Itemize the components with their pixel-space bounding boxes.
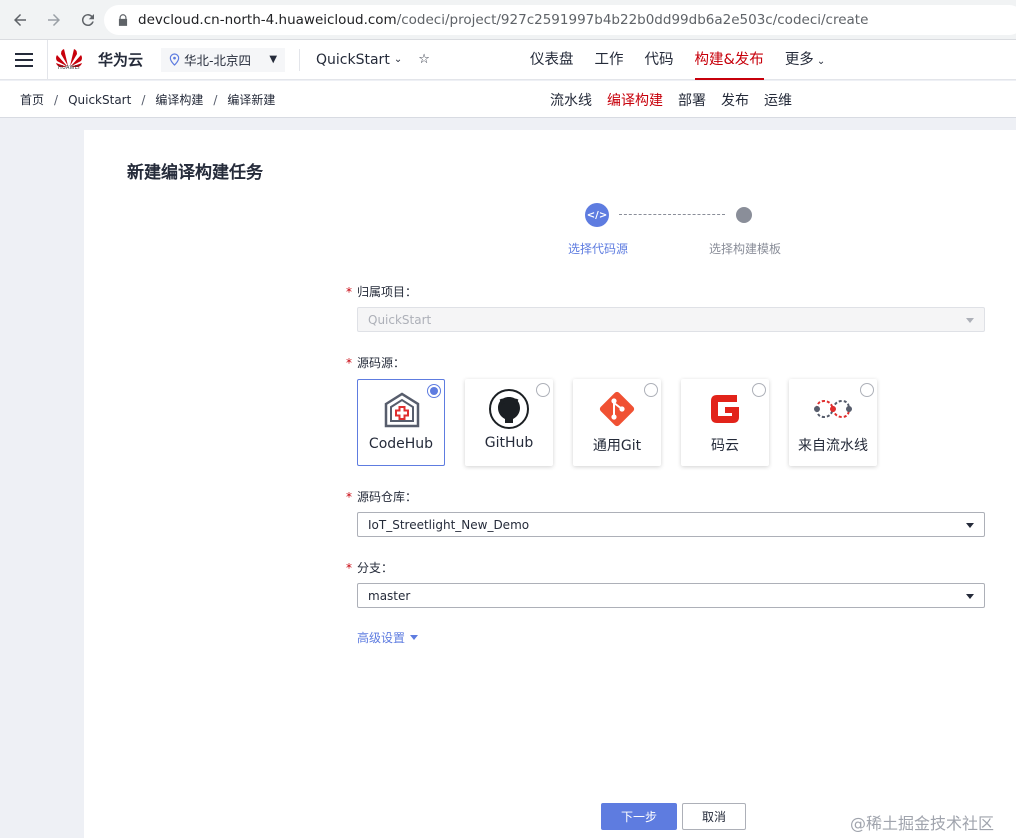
watermark: @稀土掘金技术社区 xyxy=(850,814,995,833)
project-select: QuickStart xyxy=(357,307,985,332)
source-label-pipeline: 来自流水线 xyxy=(798,438,868,454)
branch-select[interactable]: master xyxy=(357,583,985,608)
required-mark: * xyxy=(346,285,352,299)
required-mark: * xyxy=(346,561,352,575)
repo-select[interactable]: IoT_Streetlight_New_Demo xyxy=(357,512,985,537)
source-label-codehub: CodeHub xyxy=(368,436,434,452)
top-header: HUAWEI 华为云 华北-北京四 ▼ QuickStart ⌄ ☆ 仪表盘 工… xyxy=(0,39,1016,80)
tab-build[interactable]: 编译构建 xyxy=(607,90,663,110)
step-1-label: 选择代码源 xyxy=(568,242,629,256)
source-card-github[interactable]: GitHub xyxy=(465,379,553,466)
cancel-button[interactable]: 取消 xyxy=(682,803,746,830)
source-label-gitee: 码云 xyxy=(711,438,739,454)
advanced-settings-toggle[interactable]: 高级设置 xyxy=(357,629,419,646)
reload-icon[interactable] xyxy=(74,6,102,34)
nav-more[interactable]: 更多 ⌄ xyxy=(785,40,825,80)
step-2-label: 选择构建模板 xyxy=(709,242,782,256)
source-card-git[interactable]: 通用Git xyxy=(573,379,661,466)
brand-name: 华为云 xyxy=(98,51,144,69)
caret-down-icon xyxy=(966,318,974,323)
nav-work[interactable]: 工作 xyxy=(595,40,624,80)
location-pin-icon xyxy=(169,53,180,66)
required-mark: * xyxy=(346,490,352,504)
service-nav: 流水线 编译构建 部署 发布 运维 xyxy=(550,81,807,118)
forward-icon[interactable] xyxy=(40,6,68,34)
breadcrumb-current: 编译新建 xyxy=(227,93,276,107)
next-step-button[interactable]: 下一步 xyxy=(601,803,677,830)
star-icon[interactable]: ☆ xyxy=(418,52,430,67)
top-nav: 仪表盘 工作 代码 构建&发布 更多 ⌄ xyxy=(530,40,846,80)
region-selector[interactable]: 华北-北京四 ▼ xyxy=(161,47,286,72)
breadcrumb-separator: / xyxy=(54,92,59,107)
region-label: 华北-北京四 xyxy=(184,53,252,68)
nav-dashboard[interactable]: 仪表盘 xyxy=(530,40,574,80)
chevron-down-icon: ⌄ xyxy=(393,54,403,65)
caret-down-icon xyxy=(966,594,974,599)
breadcrumb-home[interactable]: 首页 xyxy=(20,91,44,108)
source-label-github: GitHub xyxy=(484,435,534,451)
huawei-flower-icon xyxy=(56,48,82,67)
source-card-codehub[interactable]: CodeHub xyxy=(357,379,445,466)
git-icon xyxy=(599,391,635,427)
caret-down-icon xyxy=(410,635,419,640)
radio-unselected[interactable] xyxy=(860,383,874,397)
source-card-gitee[interactable]: 码云 xyxy=(681,379,769,466)
chevron-down-icon: ▼ xyxy=(269,54,278,65)
lock-icon xyxy=(118,14,128,26)
back-icon[interactable] xyxy=(6,6,34,34)
nav-code[interactable]: 代码 xyxy=(645,40,674,80)
url-path: /codeci/project/927c2591997b4b22b0dd99db… xyxy=(396,12,869,28)
branch-field-label: * 分支： xyxy=(346,559,393,576)
hamburger-menu-icon[interactable] xyxy=(0,39,48,80)
divider xyxy=(299,48,301,71)
source-card-pipeline[interactable]: 来自流水线 xyxy=(789,379,877,466)
required-mark: * xyxy=(346,356,352,370)
breadcrumb-separator: / xyxy=(213,92,218,107)
radio-unselected[interactable] xyxy=(644,383,658,397)
step-1-code-icon: </> xyxy=(585,203,609,227)
codehub-icon xyxy=(384,392,420,428)
project-select-value: QuickStart xyxy=(368,312,432,327)
address-bar[interactable]: devcloud.cn-north-4.huaweicloud.com/code… xyxy=(104,5,1016,35)
nav-more-label: 更多 xyxy=(784,52,814,68)
step-2-indicator xyxy=(736,207,752,223)
radio-unselected[interactable] xyxy=(752,383,766,397)
sub-header: 首页 / QuickStart / 编译构建 / 编译新建 流水线 编译构建 部… xyxy=(0,81,1016,118)
gitee-icon xyxy=(711,395,739,423)
repo-field-label: * 源码仓库： xyxy=(346,488,417,505)
chevron-down-icon: ⌄ xyxy=(816,56,826,67)
tab-pipeline[interactable]: 流水线 xyxy=(550,90,592,110)
project-selector[interactable]: QuickStart ⌄ xyxy=(316,52,402,68)
breadcrumb-separator: / xyxy=(141,92,146,107)
branch-select-value: master xyxy=(368,588,411,603)
repo-label-text: 源码仓库： xyxy=(357,490,418,504)
source-label-text: 源码源： xyxy=(357,356,406,370)
project-label: QuickStart xyxy=(316,51,390,68)
logo-text: HUAWEI xyxy=(58,64,80,71)
page-title: 新建编译构建任务 xyxy=(127,163,263,183)
url-host: devcloud.cn-north-4.huaweicloud.com xyxy=(138,12,397,28)
repo-select-value: IoT_Streetlight_New_Demo xyxy=(368,517,530,532)
tab-release[interactable]: 发布 xyxy=(721,90,749,110)
source-field-label: * 源码源： xyxy=(346,354,405,371)
github-icon xyxy=(489,389,529,429)
advanced-settings-label: 高级设置 xyxy=(357,631,406,645)
tab-ops[interactable]: 运维 xyxy=(764,90,792,110)
breadcrumb-build[interactable]: 编译构建 xyxy=(155,91,203,108)
radio-unselected[interactable] xyxy=(536,383,550,397)
huawei-logo[interactable]: HUAWEI xyxy=(54,47,84,73)
pipeline-icon xyxy=(814,399,852,419)
step-connector xyxy=(619,214,725,215)
nav-build-release[interactable]: 构建&发布 xyxy=(694,40,765,80)
radio-selected[interactable] xyxy=(427,384,441,398)
tab-deploy[interactable]: 部署 xyxy=(678,90,706,110)
source-label-git: 通用Git xyxy=(592,438,642,454)
project-field-label: * 归属项目： xyxy=(346,283,417,300)
browser-toolbar: devcloud.cn-north-4.huaweicloud.com/code… xyxy=(0,0,1016,40)
project-label-text: 归属项目： xyxy=(357,285,418,299)
breadcrumb: 首页 / QuickStart / 编译构建 / 编译新建 xyxy=(20,81,275,118)
branch-label-text: 分支： xyxy=(357,561,394,575)
caret-down-icon xyxy=(966,523,974,528)
breadcrumb-project[interactable]: QuickStart xyxy=(68,93,131,107)
